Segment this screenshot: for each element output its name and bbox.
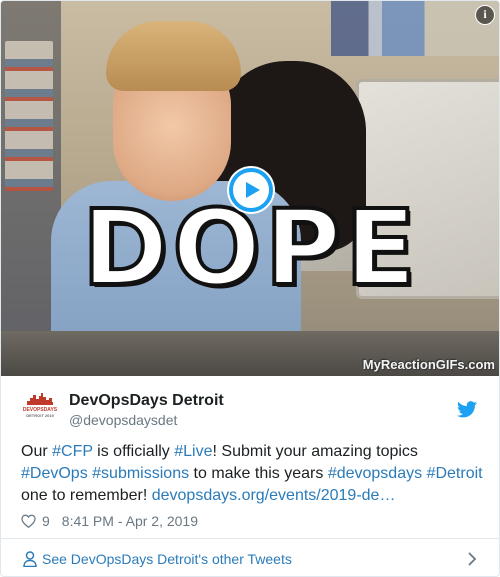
tweet-text-segment: Our bbox=[21, 443, 53, 460]
tweet-text: Our #CFP is officially #Live! Submit you… bbox=[21, 441, 486, 507]
tweet-link[interactable]: #devopsdays bbox=[328, 465, 422, 482]
skyline-logo-icon bbox=[27, 393, 53, 405]
author-handle[interactable]: @devopsdaysdet bbox=[69, 412, 177, 428]
person-icon bbox=[23, 550, 37, 567]
background-poster bbox=[5, 41, 53, 191]
tweet-link[interactable]: #DevOps bbox=[21, 465, 88, 482]
see-other-tweets-link[interactable]: See DevOpsDays Detroit's other Tweets bbox=[1, 539, 499, 576]
gif-watermark: MyReactionGIFs.com bbox=[362, 357, 495, 372]
author-row[interactable]: DEVOPSDAYS DETROIT 2019 DevOpsDays Detro… bbox=[21, 389, 481, 429]
tweet-timestamp[interactable]: 8:41 PM - Apr 2, 2019 bbox=[62, 513, 198, 529]
tweet-link[interactable]: #Live bbox=[174, 443, 212, 460]
tweet-text-segment: to make this years bbox=[189, 465, 328, 482]
see-other-tweets-label[interactable]: See DevOpsDays Detroit's other Tweets bbox=[42, 551, 292, 567]
like-count[interactable]: 9 bbox=[42, 513, 50, 529]
tweet-text-segment: one to remember! bbox=[21, 487, 152, 504]
chevron-right-icon[interactable] bbox=[468, 552, 477, 566]
tweet-meta: 9 8:41 PM - Apr 2, 2019 bbox=[21, 511, 198, 531]
play-button[interactable] bbox=[229, 168, 273, 212]
tweet-text-segment: ! Submit your amazing topics bbox=[212, 443, 418, 460]
play-icon bbox=[245, 182, 260, 198]
tweet-link[interactable]: devopsdays.org/events/2019-de… bbox=[152, 487, 396, 504]
tweet-text-segment: is officially bbox=[92, 443, 175, 460]
avatar[interactable]: DEVOPSDAYS DETROIT 2019 bbox=[21, 393, 59, 429]
info-icon[interactable]: i bbox=[475, 5, 495, 25]
background-shelf bbox=[331, 1, 499, 56]
tweet-link[interactable]: #CFP bbox=[52, 443, 93, 460]
heart-icon[interactable] bbox=[21, 514, 36, 528]
embedded-tweet-card: DOPE i MyReactionGIFs.com DEVOPSDAYS DET… bbox=[0, 0, 500, 577]
tweet-link[interactable]: #submissions bbox=[92, 465, 189, 482]
boy-hair bbox=[106, 21, 241, 91]
twitter-bird-icon[interactable] bbox=[457, 401, 477, 418]
avatar-subtext: DETROIT 2019 bbox=[26, 413, 54, 418]
tweet-link[interactable]: #Detroit bbox=[427, 465, 483, 482]
author-name[interactable]: DevOpsDays Detroit bbox=[69, 392, 224, 410]
gif-media[interactable]: DOPE i MyReactionGIFs.com bbox=[1, 1, 499, 376]
